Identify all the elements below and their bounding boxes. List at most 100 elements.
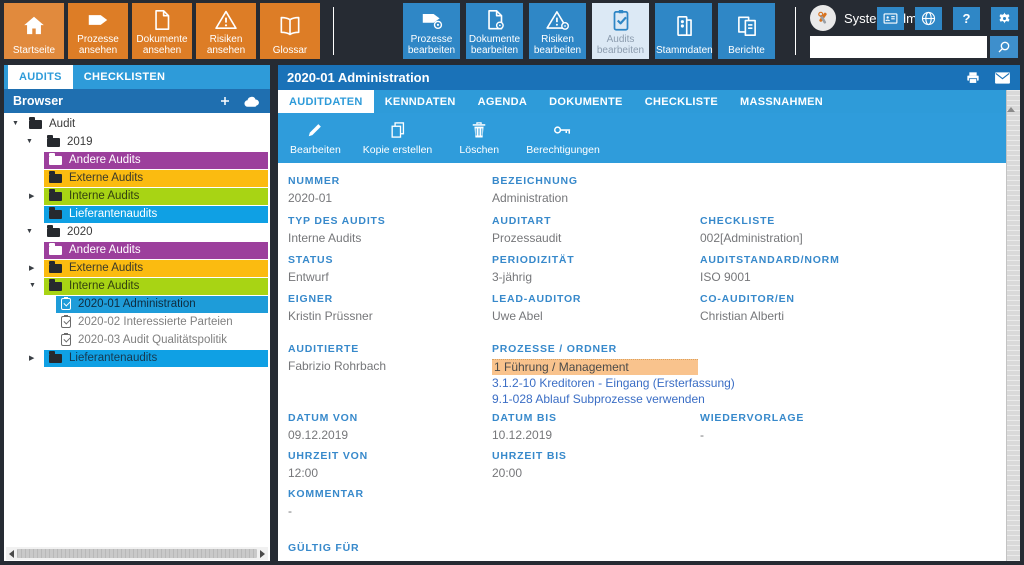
stammdaten-button[interactable]: Stammdaten [655,3,712,59]
tab-checkliste[interactable]: CHECKLISTE [634,90,729,113]
tree-node-externe-audits-2019[interactable]: Externe Audits [4,169,270,187]
field-label: DATUM BIS [492,412,557,424]
risk-warning-icon [213,6,239,34]
horizontal-scrollbar[interactable] [6,547,268,560]
tree-item-2020-01-administration[interactable]: 2020-01 Administration [4,295,270,313]
print-icon[interactable] [965,70,981,86]
document-gear-icon [482,6,508,34]
tab-checklisten[interactable]: CHECKLISTEN [73,65,177,89]
main-content: 2020-01 Administration AUDITDATEN KENNDA… [278,65,1020,561]
tree-node-2020[interactable]: 2020 [4,223,270,241]
page-title: 2020-01 Administration [287,70,430,85]
process-link[interactable]: 9.1-028 Ablauf Subprozesse verwenden [492,391,735,407]
field-value: Administration [492,191,578,205]
tab-dokumente[interactable]: DOKUMENTE [538,90,634,113]
content-header: 2020-01 Administration [278,65,1020,90]
help-button[interactable]: ? [953,7,980,30]
field-auditart: AUDITART Prozessaudit [492,215,561,245]
risiken-ansehen-button[interactable]: Risiken ansehen [196,3,256,59]
tree-node-2019[interactable]: 2019 [4,133,270,151]
button-label: Risiken ansehen [197,34,255,56]
settings-button[interactable] [991,7,1018,30]
tab-auditdaten[interactable]: AUDITDATEN [278,90,374,113]
avatar[interactable] [810,5,836,31]
berechtigungen-button[interactable]: Berechtigungen [520,113,606,163]
prozesse-bearbeiten-button[interactable]: Prozesse bearbeiten [403,3,460,59]
tree-node-audit[interactable]: Audit [4,115,270,133]
tree-item-2020-02-interessierte-parteien[interactable]: 2020-02 Interessierte Parteien [4,313,270,331]
copy-icon [388,120,408,140]
field-typ-des-audits: TYP DES AUDITS Interne Audits [288,215,386,245]
dokumente-ansehen-button[interactable]: Dokumente ansehen [132,3,192,59]
tree-node-lieferantenaudits-2020[interactable]: Lieferantenaudits [4,349,270,367]
field-label: STATUS [288,254,333,266]
field-value: Christian Alberti [700,309,795,323]
prozesse-ansehen-button[interactable]: Prozesse ansehen [68,3,128,59]
folder-icon [47,138,60,147]
loeschen-button[interactable]: Löschen [448,113,510,163]
scroll-right-icon[interactable] [260,550,265,558]
scroll-up-icon[interactable] [1007,90,1015,112]
tree-item-2020-03-audit-qualitaetspolitik[interactable]: 2020-03 Audit Qualitätspolitik [4,331,270,349]
contact-card-button[interactable] [877,7,904,30]
tree-node-andere-audits-2019[interactable]: Andere Audits [4,151,270,169]
folder-icon [49,210,62,219]
tree-label: 2020 [67,226,93,238]
dokumente-bearbeiten-button[interactable]: Dokumente bearbeiten [466,3,523,59]
field-label: TYP DES AUDITS [288,215,386,227]
field-eigner: EIGNER Kristin Prüssner [288,293,373,323]
berichte-button[interactable]: Berichte [718,3,775,59]
tree-label: 2019 [67,136,93,148]
tree-label: 2020-01 Administration [78,298,196,310]
toolbar-divider [333,7,334,55]
tab-agenda[interactable]: AGENDA [467,90,538,113]
mail-icon[interactable] [994,71,1011,85]
risk-gear-icon [545,6,571,34]
globe-button[interactable] [915,7,942,30]
tree-label: Lieferantenaudits [69,352,157,364]
kopie-erstellen-button[interactable]: Kopie erstellen [357,113,438,163]
cloud-sync-icon[interactable] [243,95,261,108]
tab-audits[interactable]: AUDITS [8,65,73,89]
field-lead-auditor: LEAD-AUDITOR Uwe Abel [492,293,581,323]
field-label: UHRZEIT BIS [492,450,567,462]
field-label: KOMMENTAR [288,488,364,500]
folder-icon [49,156,62,165]
tab-massnahmen[interactable]: MASSNAHMEN [729,90,834,113]
audit-tree: Audit 2019 Andere Audits Externe Audits … [4,113,270,545]
button-label: Prozesse ansehen [69,34,127,56]
tree-node-andere-audits-2020[interactable]: Andere Audits [4,241,270,259]
tree-node-interne-audits-2020[interactable]: Interne Audits [4,277,270,295]
process-link[interactable]: 3.1.2-10 Kreditoren - Eingang (Ersterfas… [492,375,735,391]
audits-bearbeiten-button[interactable]: Audits bearbeiten [592,3,649,59]
search-button[interactable] [990,36,1018,58]
folder-icon [47,228,60,237]
action-label: Kopie erstellen [363,144,432,156]
bearbeiten-button[interactable]: Bearbeiten [284,113,347,163]
add-icon[interactable] [219,95,231,107]
scroll-left-icon[interactable] [9,550,14,558]
field-auditierte: AUDITIERTE Fabrizio Rohrbach [288,343,386,373]
glossar-button[interactable]: Glossar [260,3,320,59]
field-label: PROZESSE / ORDNER [492,343,735,355]
button-label: Risiken bearbeiten [530,34,585,56]
risiken-bearbeiten-button[interactable]: Risiken bearbeiten [529,3,586,59]
field-value: - [288,558,359,561]
field-value: - [288,504,364,518]
field-wiedervorlage: WIEDERVORLAGE - [700,412,804,442]
tree-node-interne-audits-2019[interactable]: Interne Audits [4,187,270,205]
field-label: DATUM VON [288,412,358,424]
process-item-highlighted[interactable]: 1 Führung / Management [492,359,698,375]
document-icon [149,6,175,34]
button-label: Berichte [719,45,774,56]
search-input[interactable] [810,36,987,58]
field-uhrzeit-bis: UHRZEIT BIS 20:00 [492,450,567,480]
startseite-button[interactable]: Startseite [4,3,64,59]
clipboard-icon [61,334,71,346]
tab-kenndaten[interactable]: KENNDATEN [374,90,467,113]
tree-node-lieferantenaudits-2019[interactable]: Lieferantenaudits [4,205,270,223]
vertical-scrollbar[interactable] [1006,90,1020,561]
folder-icon [49,174,62,183]
tree-node-externe-audits-2020[interactable]: Externe Audits [4,259,270,277]
scrollbar-thumb[interactable] [17,549,257,558]
